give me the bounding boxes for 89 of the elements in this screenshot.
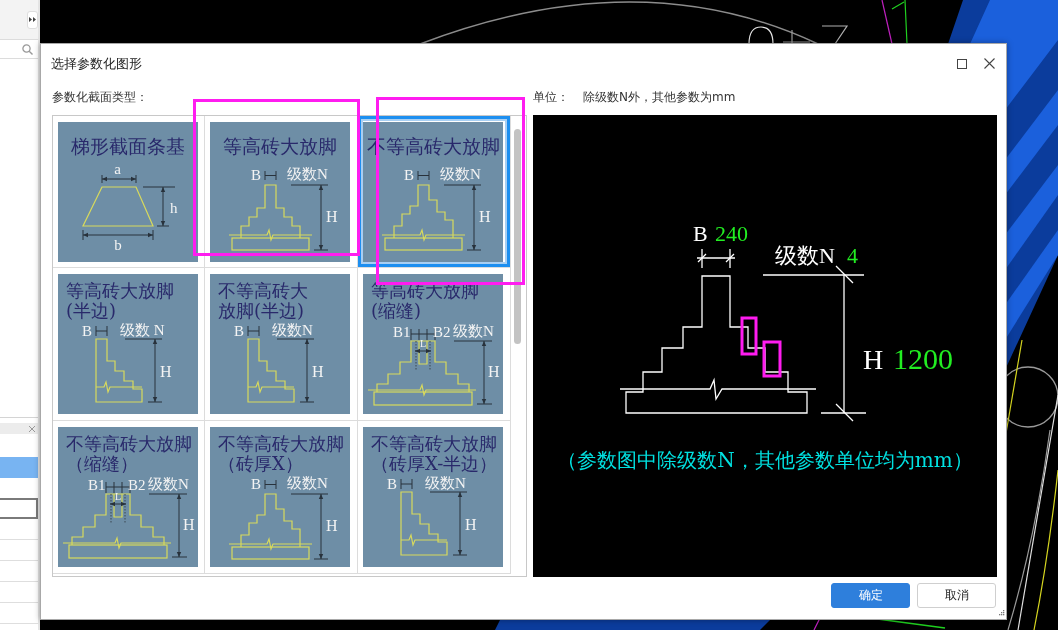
dimension-line — [696, 248, 736, 269]
dimension-label: H — [312, 363, 324, 380]
input-field[interactable] — [0, 498, 38, 519]
section-type-label: 参数化截面类型： — [52, 89, 148, 104]
section-type-option[interactable]: 不等高砖大放脚 （砖厚X-半边） B 级数N H — [358, 421, 511, 574]
dimension-label: B2 — [433, 324, 451, 340]
dimension-label: H — [488, 363, 500, 380]
dimension-label: L — [115, 491, 122, 502]
thumbnail-title: 不等高砖大放脚 — [66, 433, 192, 454]
expand-button[interactable] — [27, 10, 38, 29]
dimension-label: 级数N — [287, 475, 328, 491]
cad-line — [891, 0, 908, 45]
dimension-label: B — [251, 167, 261, 183]
footing-section-drawing — [82, 186, 154, 227]
dimension-label: H — [183, 516, 195, 533]
dimension-label: h — [170, 200, 178, 216]
dimension-label: 级数N — [272, 322, 313, 338]
dimension-label: H — [160, 363, 172, 380]
thumbnail-title: 不等高砖大 — [218, 280, 308, 301]
dimension-label: 级数N — [453, 323, 494, 339]
thumbnail-title: （缩缝） — [66, 453, 138, 474]
dimension-line — [400, 478, 413, 490]
dimension-label: b — [114, 237, 122, 253]
dimension-line — [264, 479, 277, 490]
maximize-icon[interactable] — [957, 58, 967, 69]
unit-label: 单位： — [533, 88, 569, 106]
dimension-label: B1 — [393, 324, 411, 340]
section-type-option[interactable]: 不等高砖大放脚 （砖厚X） B 级数N H — [205, 421, 358, 574]
dimension-label: B — [234, 323, 244, 339]
dimension-label: 级数N — [148, 476, 189, 492]
footing-section-drawing — [95, 338, 143, 403]
dimension-label: H — [465, 516, 477, 533]
section-type-option[interactable]: 等高砖大放脚 (半边) B 级数 N H — [53, 268, 205, 421]
dimension-line — [247, 325, 260, 337]
thumbnail-title: 等高砖大放脚 — [66, 280, 174, 301]
dimension-label: 级数N — [425, 475, 466, 491]
dimension-line — [109, 501, 127, 507]
close-icon[interactable] — [984, 58, 995, 69]
dimension-label: B — [387, 476, 397, 492]
footing-section-drawing — [247, 338, 295, 403]
thumbnail-title: 梯形截面条基 — [71, 135, 185, 157]
dimension-label: B — [82, 323, 92, 339]
search-icon[interactable] — [22, 43, 33, 55]
thumbnail-title: (缩缝) — [371, 300, 422, 321]
dimension-line — [264, 170, 277, 181]
parameter-note: （参数图中除级数N，其他参数单位均为mm） — [557, 448, 973, 472]
resize-grip-icon[interactable] — [998, 609, 1005, 616]
dimension-label: B2 — [128, 477, 146, 493]
thumbnail-title: 放脚(半边) — [218, 300, 305, 321]
dimension-label: H — [479, 208, 491, 225]
parameter-value: 4 — [847, 243, 858, 268]
section-type-option[interactable]: 梯形截面条基 a h b — [53, 116, 205, 268]
thumbnail-title: 等高砖大放脚 — [223, 135, 337, 157]
dimension-line — [142, 186, 176, 227]
ok-button[interactable]: 确定 — [831, 583, 910, 608]
thumbnail-title: 不等高砖大放脚 — [371, 433, 497, 454]
parameter-value: 240 — [715, 221, 748, 246]
dimension-line — [417, 170, 430, 181]
dimension-label: H — [326, 517, 338, 534]
parameter-label: B — [693, 221, 708, 246]
dialog-title: 选择参数化图形 — [51, 54, 143, 73]
thumbnail-title: （砖厚X） — [218, 453, 303, 474]
dimension-label: 级数N — [440, 166, 481, 182]
thumbnail-title: (半边) — [66, 300, 117, 321]
section-type-option[interactable]: 不等高砖大 放脚(半边) B 级数N H — [205, 268, 358, 421]
cad-line — [881, 0, 893, 45]
dimension-line — [414, 348, 432, 354]
dimension-line — [101, 174, 137, 184]
dimension-label: 级数 N — [120, 322, 165, 338]
dimension-line — [82, 229, 154, 241]
double-arrow-icon — [29, 17, 36, 22]
dimension-label: L — [420, 338, 427, 349]
section-type-option[interactable]: 不等高砖大放脚 （缩缝） B1 B2 级数N L H — [53, 421, 205, 574]
dimension-label: H — [326, 208, 338, 225]
thumbnail-title: 不等高砖大放脚 — [218, 433, 344, 454]
parameter-value: 1200 — [893, 342, 953, 375]
dimension-label: B1 — [88, 477, 106, 493]
parameter-label: H — [863, 344, 884, 375]
dimension-label: B — [404, 167, 414, 183]
cancel-button[interactable]: 取消 — [917, 583, 996, 608]
dimension-line — [95, 325, 108, 337]
parameter-label: 级数N — [775, 243, 835, 268]
thumbnail-title: （砖厚X-半边） — [371, 453, 498, 474]
scrollbar[interactable] — [514, 129, 521, 344]
dimension-label: a — [114, 161, 121, 177]
dimension-label: B — [251, 476, 261, 492]
unit-text: 除级数N外，其他参数为mm — [583, 88, 736, 106]
dimension-label: 级数N — [287, 166, 328, 182]
footing-section-drawing — [400, 491, 448, 556]
